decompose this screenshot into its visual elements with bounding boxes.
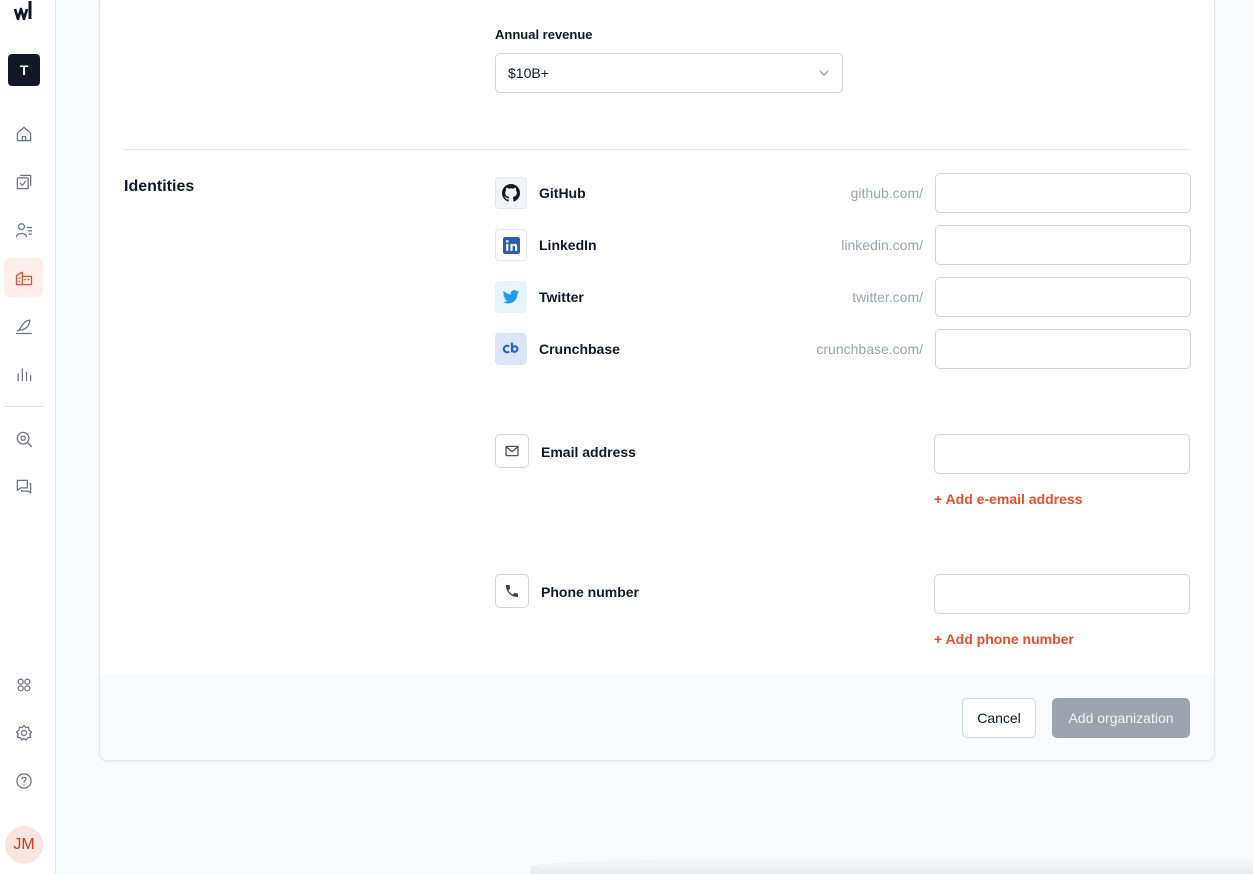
sidebar-item-help[interactable] <box>4 761 43 800</box>
identity-row-github: GitHub github.com/ <box>495 173 1191 213</box>
linkedin-icon <box>495 229 527 261</box>
bottom-shadow <box>530 856 1253 874</box>
crunchbase-handle-input[interactable] <box>935 329 1191 369</box>
integrations-icon <box>17 678 30 691</box>
organization-form-card: Annual revenue $10B+ Identities GitHub g… <box>99 0 1215 761</box>
help-icon <box>15 772 32 789</box>
mail-icon <box>495 434 529 468</box>
linkedin-handle-input[interactable] <box>935 225 1191 265</box>
opportunities-icon <box>15 319 32 334</box>
email-address-label: Email address <box>541 444 636 460</box>
email-address-input[interactable] <box>934 434 1190 474</box>
sidebar-item-opportunities[interactable] <box>4 306 43 345</box>
github-handle-input[interactable] <box>935 173 1191 213</box>
identity-row-crunchbase: Crunchbase crunchbase.com/ <box>495 329 1191 369</box>
section-divider <box>124 149 1190 150</box>
identity-row-linkedin: LinkedIn linkedin.com/ <box>495 225 1191 265</box>
annual-revenue-select[interactable]: $10B+ <box>495 53 843 93</box>
sidebar-item-settings[interactable] <box>4 713 43 752</box>
annual-revenue-value: $10B+ <box>508 65 549 81</box>
home-icon <box>16 126 31 141</box>
twitter-handle-input[interactable] <box>935 277 1191 317</box>
identity-row-twitter: Twitter twitter.com/ <box>495 277 1191 317</box>
settings-icon <box>15 724 32 741</box>
workspace-switcher[interactable]: T <box>8 54 40 86</box>
phone-icon <box>495 574 529 608</box>
sidebar-item-organizations[interactable] <box>4 258 43 297</box>
crunchbase-icon <box>495 333 527 365</box>
sidebar-item-search[interactable] <box>4 419 43 458</box>
phone-number-input[interactable] <box>934 574 1190 614</box>
twitter-icon <box>495 281 527 313</box>
app-logo-icon[interactable] <box>13 0 35 20</box>
sidebar-divider <box>4 406 44 407</box>
conversations-icon <box>16 479 31 493</box>
identities-section-title: Identities <box>124 178 195 195</box>
add-email-address-link[interactable]: + Add e-email address <box>934 491 1082 507</box>
user-avatar[interactable]: JM <box>5 826 43 864</box>
analytics-icon <box>17 367 31 381</box>
contacts-icon <box>15 222 32 237</box>
search-icon <box>16 431 32 447</box>
github-icon <box>495 177 527 209</box>
identity-name-twitter: Twitter <box>539 289 584 305</box>
sidebar-item-contacts[interactable] <box>4 210 43 249</box>
sidebar-item-tasks[interactable] <box>4 162 43 201</box>
sidebar-item-integrations[interactable] <box>4 665 43 704</box>
identity-prefix-github: github.com/ <box>850 185 923 201</box>
identity-prefix-crunchbase: crunchbase.com/ <box>816 341 923 357</box>
cancel-button[interactable]: Cancel <box>962 698 1036 738</box>
identity-prefix-linkedin: linkedin.com/ <box>841 237 923 253</box>
tasks-icon <box>16 174 31 189</box>
identity-name-github: GitHub <box>539 185 586 201</box>
sidebar-item-analytics[interactable] <box>4 354 43 393</box>
identity-name-crunchbase: Crunchbase <box>539 341 620 357</box>
sidebar-item-home[interactable] <box>4 114 43 153</box>
identity-name-linkedin: LinkedIn <box>539 237 597 253</box>
phone-number-label: Phone number <box>541 584 640 600</box>
add-phone-number-link[interactable]: + Add phone number <box>934 631 1074 647</box>
identity-prefix-twitter: twitter.com/ <box>852 289 923 305</box>
add-organization-button[interactable]: Add organization <box>1052 698 1190 738</box>
annual-revenue-label: Annual revenue <box>495 27 593 42</box>
sidebar-item-conversations[interactable] <box>4 467 43 506</box>
organizations-icon <box>15 271 32 285</box>
chevron-down-icon <box>819 70 829 77</box>
sidebar: T JM <box>0 0 56 874</box>
form-footer: Cancel Add organization <box>100 674 1214 760</box>
